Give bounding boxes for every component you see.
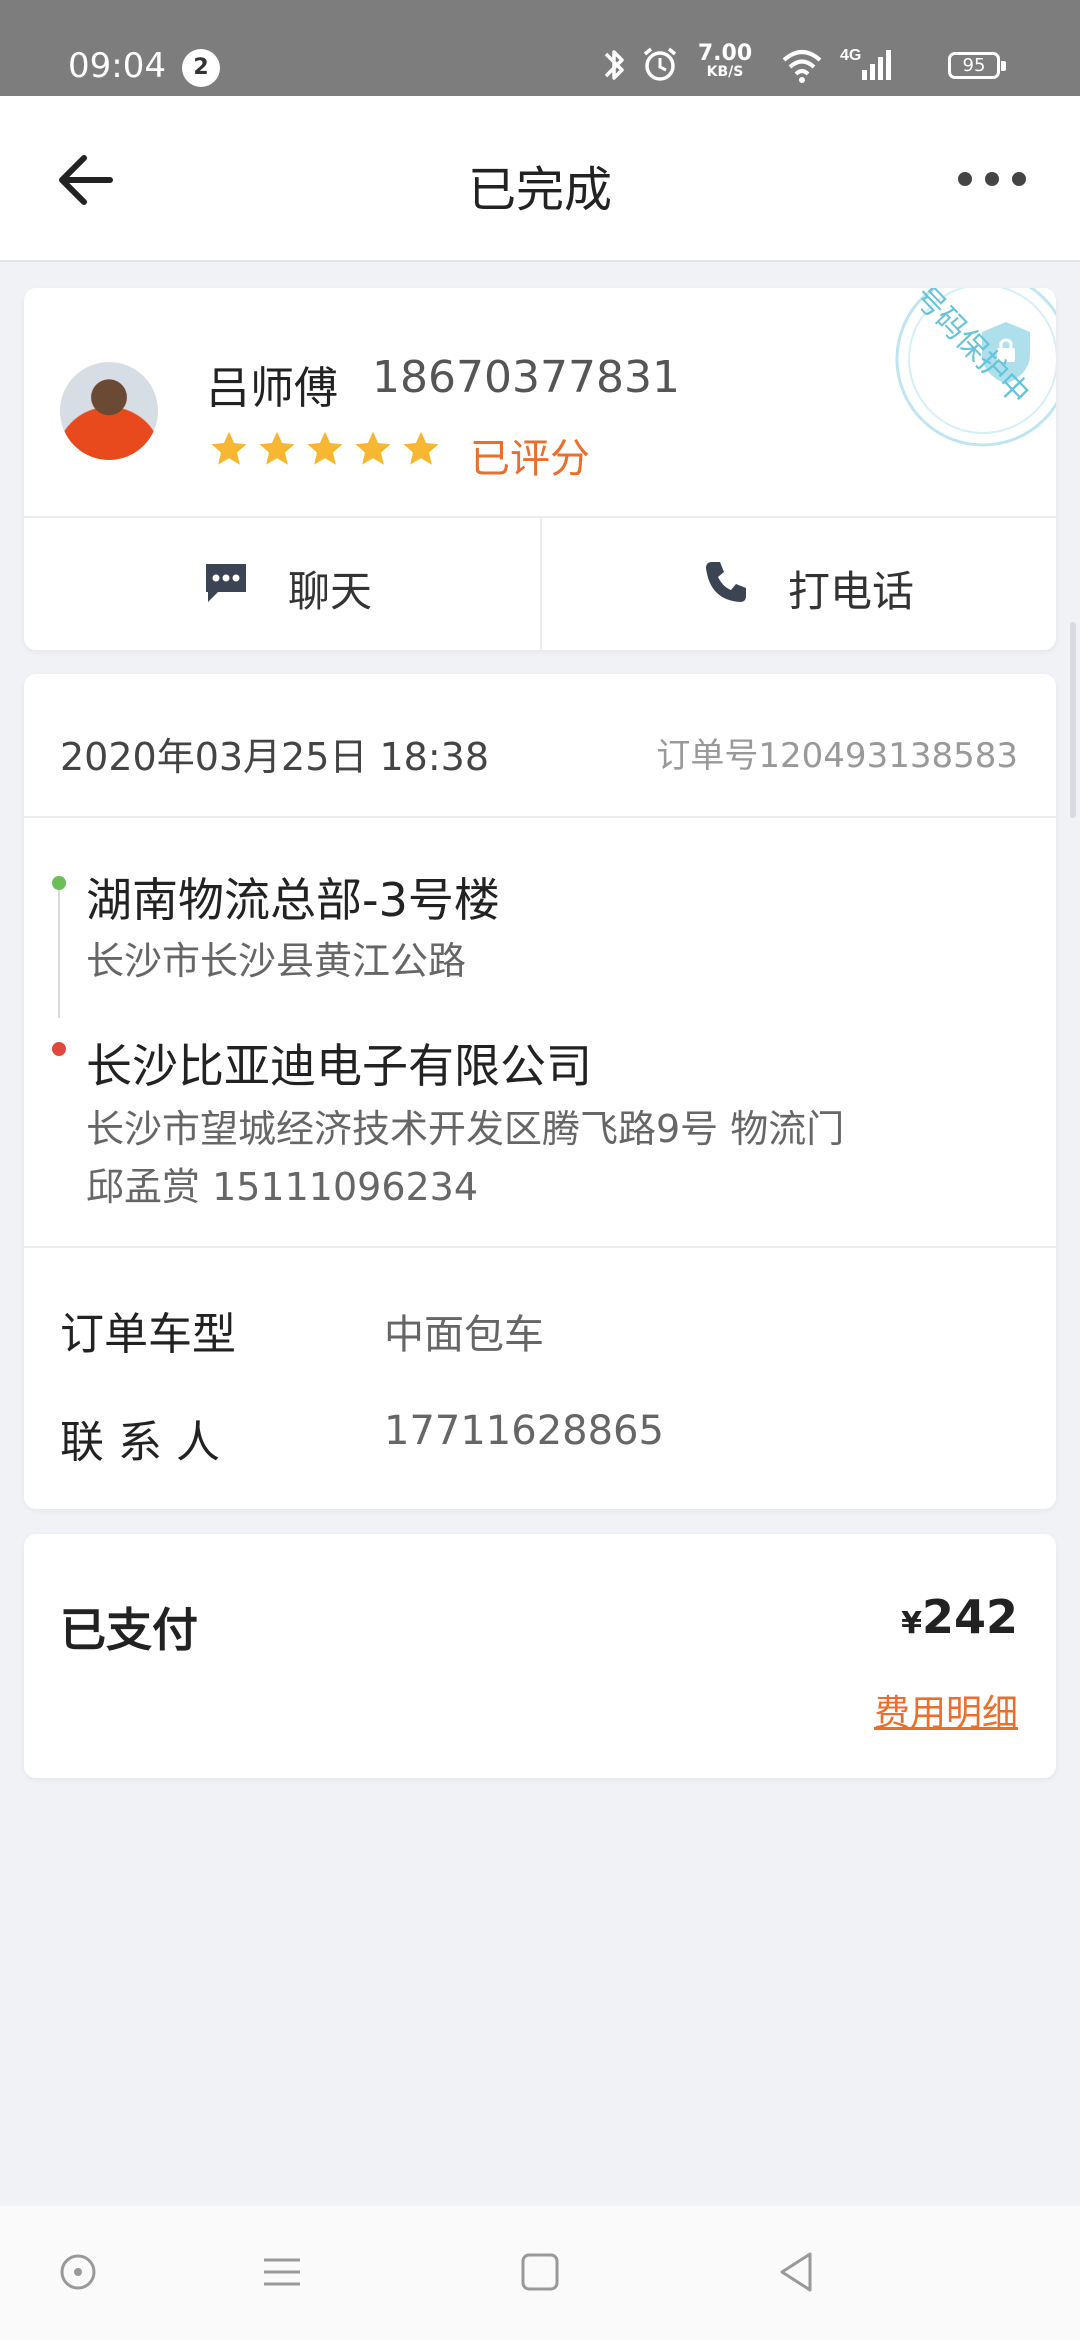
chat-label: 聊天: [288, 567, 373, 616]
contact-label: 联 系 人: [60, 1417, 220, 1468]
more-button[interactable]: [952, 158, 1032, 198]
fee-details-link[interactable]: 费用明细: [874, 1684, 1018, 1736]
page-title: 已完成: [467, 162, 612, 218]
amount-value: 242: [921, 1590, 1018, 1644]
order-number: 订单号120493138583: [656, 736, 1018, 776]
menu-icon[interactable]: [252, 2242, 312, 2302]
dropoff-name: 长沙比亚迪电子有限公司: [86, 1039, 592, 1093]
svg-text:4G: 4G: [840, 47, 861, 64]
more-horizontal-icon: [958, 172, 972, 186]
driver-actions: 聊天 打电话: [24, 518, 1056, 650]
net-speed: 7.00 KB/S: [695, 41, 755, 81]
battery-icon: 95: [948, 52, 1006, 79]
star-icon: [211, 431, 247, 465]
assistant-circle-icon[interactable]: [48, 2242, 108, 2302]
payment-card: 已支付 ¥242 费用明细: [24, 1534, 1056, 1778]
order-card: 2020年03月25日 18:38 订单号120493138583 湖南物流总部…: [24, 674, 1056, 1509]
star-icon: [259, 431, 295, 465]
alarm-icon: [643, 47, 677, 81]
star-icon: [307, 431, 343, 465]
chat-bubble-icon: [206, 564, 246, 602]
pickup-dot: [52, 876, 66, 890]
order-datetime: 2020年03月25日 18:38: [60, 735, 490, 779]
scrollbar[interactable]: [1070, 622, 1076, 818]
signal-4g-icon: 4G: [840, 47, 891, 80]
driver-name: 吕师傅: [206, 363, 338, 414]
route-line: [58, 884, 60, 1018]
star-icon: [355, 431, 391, 465]
call-button[interactable]: 打电话: [542, 518, 1056, 650]
divider: [24, 816, 1056, 818]
status-icons: 7.00 KB/S 4G 95: [600, 40, 1020, 90]
more-horizontal-icon-dot: [985, 172, 999, 186]
status-bar: 09:04 2 7.00 KB/S 4G 95: [0, 0, 1080, 96]
contact-value: 17711628865: [384, 1408, 664, 1454]
dropoff-contact: 邱孟赏 15111096234: [86, 1165, 479, 1209]
net-speed-value: 7.00: [697, 41, 753, 66]
number-protection-seal: 号码保护中: [895, 288, 1056, 447]
more-horizontal-icon-dot: [1012, 172, 1026, 186]
driver-avatar: [60, 362, 158, 460]
back-triangle-icon[interactable]: [766, 2242, 826, 2302]
dropoff-address: 长沙市望城经济技术开发区腾飞路9号 物流门: [86, 1107, 845, 1151]
dropoff-dot: [52, 1042, 66, 1056]
driver-card: 吕师傅 18670377831 已评分 号码保护中 聊天 打电话: [24, 288, 1056, 650]
net-speed-unit: KB/S: [706, 64, 744, 80]
system-nav-bar: [0, 2206, 1080, 2340]
divider: [24, 1246, 1056, 1248]
pickup-name: 湖南物流总部-3号楼: [86, 873, 500, 927]
currency-symbol: ¥: [901, 1606, 922, 1641]
pickup-address: 长沙市长沙县黄江公路: [86, 939, 467, 983]
phone-icon: [706, 562, 746, 602]
wifi-icon: [782, 50, 822, 83]
driver-phone: 18670377831: [372, 352, 680, 403]
chat-button[interactable]: 聊天: [24, 518, 540, 650]
vehicle-type-value: 中面包车: [384, 1312, 544, 1358]
payment-status: 已支付: [60, 1603, 198, 1657]
bluetooth-icon: [604, 50, 624, 80]
call-label: 打电话: [788, 567, 915, 616]
title-bar: 已完成: [0, 96, 1080, 262]
status-time: 09:04: [68, 46, 166, 86]
rating-status: 已评分: [470, 436, 590, 482]
notification-count-badge: 2: [182, 49, 220, 87]
vehicle-type-label: 订单车型: [60, 1309, 236, 1360]
paid-amount: ¥242: [901, 1590, 1018, 1644]
star-icon: [403, 431, 439, 465]
home-square-icon[interactable]: [510, 2242, 570, 2302]
